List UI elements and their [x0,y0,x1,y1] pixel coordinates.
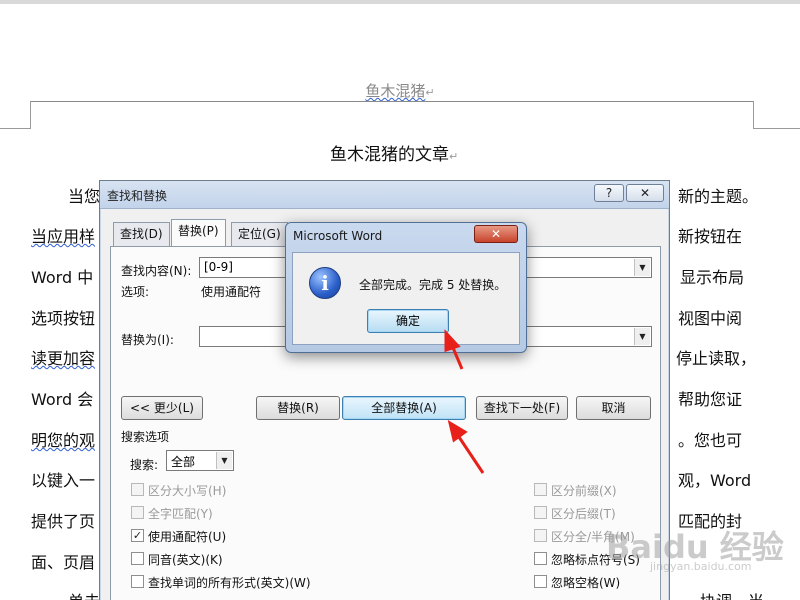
body-text[interactable]: Word 会 [31,386,93,410]
dialog-titlebar[interactable]: 查找和替换 ? ✕ [100,181,669,209]
body-text[interactable]: Word 中 [31,264,93,288]
header-divider [30,101,754,102]
tab-find[interactable]: 查找(D) [113,222,170,246]
ruler-strip [0,0,800,4]
match-suffix-checkbox[interactable] [534,506,547,519]
body-text[interactable]: 读更加容 [31,345,95,369]
body-text[interactable]: 明您的观 [31,427,95,451]
ignore-space-checkbox[interactable] [534,575,547,588]
search-direction-label: 搜索: [130,458,159,472]
match-prefix-label: 区分前缀(X) [551,484,617,498]
find-next-button[interactable]: 查找下一处(F) [476,396,568,420]
body-text[interactable]: 面、页眉 [31,549,95,573]
cancel-button[interactable]: 取消 [576,396,651,420]
whole-word-checkbox[interactable] [131,506,144,519]
help-button[interactable]: ? [594,184,624,202]
body-text[interactable]: 显示布局 [680,264,744,288]
chevron-down-icon[interactable]: ▼ [634,328,650,345]
word-forms-label: 查找单词的所有形式(英文)(W) [148,576,311,590]
options-value: 使用通配符 [201,285,262,299]
find-what-value: [0-9] [204,260,233,274]
body-text[interactable]: 观，Word [678,467,751,491]
message-box-close-button[interactable]: ✕ [474,225,518,243]
whole-word-label: 全字匹配(Y) [148,507,213,521]
replace-with-label: 替换为(I): [121,333,174,347]
replace-button[interactable]: 替换(R) [256,396,340,420]
search-direction-select[interactable]: 全部 ▼ [166,450,234,471]
wildcards-checkbox[interactable]: ✓ [131,529,144,542]
dialog-close-button[interactable]: ✕ [626,184,664,202]
ok-button[interactable]: 确定 [367,309,449,333]
replace-all-button[interactable]: 全部替换(A) [342,396,466,420]
watermark-url: jingyan.baidu.com [650,560,752,573]
chevron-down-icon[interactable]: ▼ [634,259,650,276]
page-header-text[interactable]: 鱼木混猪↵ [330,80,470,101]
match-width-checkbox[interactable] [534,529,547,542]
match-case-label: 区分大小写(H) [148,484,227,498]
crop-mark [0,128,31,129]
body-text[interactable]: 协调。当 [700,588,764,600]
crop-mark [753,128,800,129]
message-box: Microsoft Word ✕ i 全部完成。完成 5 处替换。 确定 [285,222,527,353]
tab-replace[interactable]: 替换(P) [171,219,226,247]
sounds-like-checkbox[interactable] [131,552,144,565]
document-title[interactable]: 鱼木混猪的文章↵ [330,140,458,165]
wildcards-label: 使用通配符(U) [148,530,227,544]
dialog-title: 查找和替换 [107,189,168,203]
less-button[interactable]: << 更少(L) [121,396,203,420]
info-icon: i [309,267,341,299]
message-box-title: Microsoft Word [293,229,383,243]
body-text[interactable]: 当您 [68,183,100,207]
options-label: 选项: [121,285,150,299]
crop-mark [753,101,754,129]
body-text[interactable]: 帮助您证 [678,386,742,410]
match-case-checkbox[interactable] [131,483,144,496]
ignore-punct-checkbox[interactable] [534,552,547,565]
chevron-down-icon[interactable]: ▼ [216,452,232,469]
search-direction-value: 全部 [171,455,196,469]
body-text[interactable]: 选项按钮 [31,305,95,329]
message-box-body: i 全部完成。完成 5 处替换。 确定 [292,252,520,345]
body-text[interactable]: 单击 [68,588,100,600]
body-text[interactable]: 停止读取， [676,345,756,369]
body-text[interactable]: 提供了页 [31,508,95,532]
crop-mark [30,101,31,129]
match-suffix-label: 区分后缀(T) [551,507,616,521]
search-options-heading: 搜索选项 [121,430,170,444]
message-text: 全部完成。完成 5 处替换。 [359,278,507,292]
ignore-space-label: 忽略空格(W) [551,576,621,590]
body-text[interactable]: 新的主题。 [678,183,758,207]
body-text[interactable]: 当应用样 [31,223,95,247]
body-text[interactable]: 新按钮在 [678,223,742,247]
find-what-label: 查找内容(N): [121,264,192,278]
body-text[interactable]: 以键入一 [31,467,95,491]
sounds-like-label: 同音(英文)(K) [148,553,223,567]
match-prefix-checkbox[interactable] [534,483,547,496]
word-forms-checkbox[interactable] [131,575,144,588]
tab-goto[interactable]: 定位(G) [231,222,288,246]
body-text[interactable]: 视图中阅 [678,305,742,329]
body-text[interactable]: 。您也可 [678,427,742,451]
